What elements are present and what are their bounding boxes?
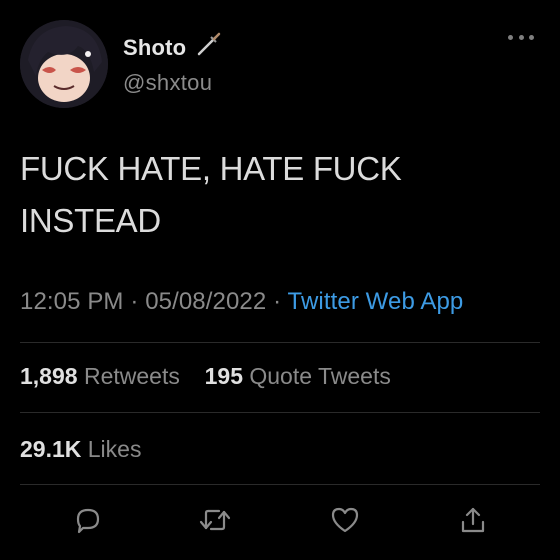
more-options-icon[interactable]: [508, 30, 534, 44]
tweet-meta: 12:05 PM · 05/08/2022 · Twitter Web App: [20, 288, 463, 316]
user-handle[interactable]: @shxtou: [123, 70, 221, 96]
likes-stats: 29.1K Likes: [20, 436, 141, 463]
avatar[interactable]: [20, 20, 108, 108]
retweet-icon[interactable]: [195, 500, 235, 540]
retweets-stat[interactable]: 1,898 Retweets: [20, 363, 186, 389]
likes-count: 29.1K: [20, 436, 82, 462]
retweets-label: Retweets: [83, 363, 180, 389]
tweet-date: 05/08/2022: [145, 288, 267, 315]
likes-label: Likes: [87, 436, 142, 462]
quote-tweets-stat[interactable]: 195 Quote Tweets: [205, 363, 391, 389]
tweet-source-link[interactable]: Twitter Web App: [288, 288, 464, 315]
share-icon[interactable]: [453, 500, 493, 540]
dagger-icon: [195, 32, 221, 64]
tweet-actions: [0, 500, 560, 540]
tweet-text: FUCK HATE, HATE FUCK INSTEAD: [20, 150, 402, 239]
retweet-stats: 1,898 Retweets 195 Quote Tweets: [20, 363, 391, 390]
like-icon[interactable]: [325, 500, 365, 540]
display-name[interactable]: Shoto: [123, 32, 221, 64]
quote-count: 195: [204, 363, 243, 389]
user-info: Shoto @shxtou: [123, 32, 221, 96]
tweet-time: 12:05 PM: [20, 288, 124, 315]
retweets-count: 1,898: [20, 363, 78, 389]
meta-separator: ·: [273, 288, 282, 315]
tweet-header: Shoto @shxtou: [20, 20, 540, 112]
meta-separator: ·: [130, 288, 139, 315]
quote-label: Quote Tweets: [249, 363, 391, 389]
divider: [20, 484, 540, 485]
display-name-text: Shoto: [123, 35, 187, 60]
likes-stat[interactable]: 29.1K Likes: [20, 436, 141, 462]
divider: [20, 412, 540, 413]
divider: [20, 342, 540, 343]
reply-icon[interactable]: [68, 500, 108, 540]
